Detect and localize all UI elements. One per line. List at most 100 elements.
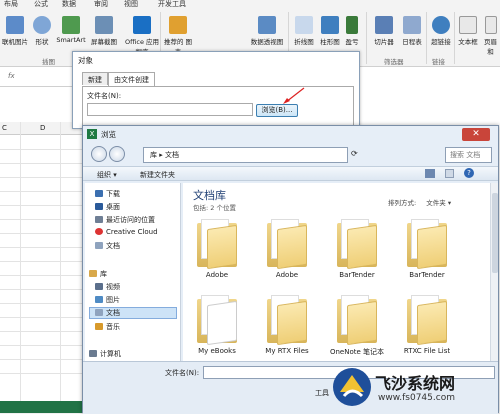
nav-item-desktop[interactable]: 桌面 [95, 202, 120, 212]
tab-formulas[interactable]: 公式 [34, 0, 48, 9]
group-label-illustrations: 插图 [42, 58, 55, 66]
tools-menu[interactable]: 工具 [315, 388, 329, 398]
breadcrumb-documents[interactable]: 文档 [165, 151, 179, 159]
office-apps-button[interactable]: Office 应用程序 [124, 16, 160, 56]
header-footer-button[interactable]: 页眉和 [481, 16, 500, 56]
header-icon [484, 16, 497, 34]
column-header-c[interactable]: C [2, 124, 7, 132]
tab-create-from-file[interactable]: 由文件创建 [108, 72, 155, 86]
folder-icon [335, 219, 379, 270]
arrange-by[interactable]: 排列方式: 文件夹 ▾ [388, 197, 451, 207]
screenshot-button[interactable]: 屏幕截图 [88, 16, 120, 46]
slicer-icon [375, 16, 393, 34]
close-button[interactable]: ✕ [462, 128, 490, 141]
folder-item[interactable]: BarTender [327, 219, 387, 279]
folder-icon [195, 295, 239, 346]
object-dialog-body: 文件名(N): [82, 86, 354, 126]
view-icon[interactable] [425, 169, 435, 178]
folder-item[interactable]: RTXC File List [397, 295, 457, 355]
nav-item-downloads[interactable]: 下载 [95, 189, 120, 199]
organize-menu[interactable]: 组织 ▾ [97, 170, 117, 180]
folder-name: Adobe [275, 271, 299, 279]
folder-name: BarTender [339, 271, 375, 279]
ribbon-separator [426, 12, 427, 64]
watermark-logo: 飞沙系统网 www.fs0745.com [331, 366, 496, 410]
column-sparkline-button[interactable]: 柱形图 [318, 16, 342, 46]
folder-item[interactable]: My eBooks [187, 295, 247, 355]
new-folder-button[interactable]: 新建文件夹 [140, 170, 175, 180]
column-header-d[interactable]: D [40, 124, 45, 132]
nav-item-documents-favorite[interactable]: 文档 [95, 241, 120, 251]
object-dialog-title: 对象 [78, 56, 93, 65]
textbox-icon [459, 16, 477, 34]
scrollbar[interactable] [490, 183, 498, 371]
formula-bar: fx [0, 67, 80, 87]
folder-item[interactable]: My RTX Files [257, 295, 317, 355]
folder-icon [265, 295, 309, 346]
tab-layout[interactable]: 布局 [4, 0, 18, 9]
folder-name: OneNote 笔记本 [329, 348, 385, 356]
grid-line [0, 261, 90, 262]
folder-name: Adobe [205, 271, 229, 279]
back-icon[interactable] [91, 146, 107, 162]
folder-item[interactable]: Adobe [257, 219, 317, 279]
folder-item[interactable]: OneNote 笔记本 [327, 295, 387, 357]
slicer-button[interactable]: 切片器 [370, 16, 398, 46]
scrollbar-thumb[interactable] [492, 193, 498, 273]
address-bar[interactable]: 库 ▸ 文档 [143, 147, 348, 163]
recommended-charts-button[interactable]: 推荐的 图表 [163, 16, 193, 56]
timeline-button[interactable]: 日程表 [399, 16, 425, 46]
nav-item-creative-cloud[interactable]: Creative Cloud [95, 228, 158, 236]
help-icon[interactable]: ? [464, 168, 474, 178]
object-dialog: 对象 新建 由文件创建 文件名(N): [72, 51, 360, 129]
nav-item-libraries[interactable]: 库 [89, 269, 107, 279]
hyperlink-icon [432, 16, 450, 34]
tab-create-new[interactable]: 新建 [82, 72, 108, 85]
nav-item-recent-places[interactable]: 最近访问的位置 [95, 215, 155, 225]
online-picture-button[interactable]: 联机图片 [0, 16, 30, 46]
nav-item-pictures[interactable]: 图片 [95, 295, 120, 305]
tab-view[interactable]: 视图 [124, 0, 138, 9]
folder-icon [405, 219, 449, 270]
preview-pane-icon[interactable] [445, 169, 454, 178]
grid-line [0, 149, 90, 150]
winloss-button[interactable]: 盈亏 [343, 16, 361, 46]
nav-item-music[interactable]: 音乐 [95, 322, 120, 332]
browse-toolbar: 组织 ▾ 新建文件夹 ? [83, 166, 498, 181]
folder-name: My eBooks [198, 347, 236, 355]
breadcrumb-libraries[interactable]: 库 [150, 151, 157, 159]
pivot-chart-button[interactable]: 数据透视图 [248, 16, 286, 46]
folder-item[interactable]: BarTender [397, 219, 457, 279]
tab-review[interactable]: 审阅 [94, 0, 108, 9]
filename-input[interactable] [87, 103, 253, 116]
folder-item[interactable]: Adobe [187, 219, 247, 279]
computer-icon [89, 350, 97, 357]
smartart-button[interactable]: SmartArt [55, 16, 87, 44]
smartart-icon [62, 16, 80, 34]
search-input[interactable]: 搜索 文档 [445, 147, 492, 163]
watermark-url: www.fs0745.com [378, 393, 455, 403]
grid-line [0, 303, 90, 304]
line-sparkline-button[interactable]: 折线图 [292, 16, 316, 46]
tab-developer[interactable]: 开发工具 [158, 0, 186, 9]
filename-label: 文件名(N): [87, 92, 122, 100]
nav-item-documents-library[interactable]: 文档 [89, 307, 177, 319]
documents-icon [95, 309, 103, 316]
folder-icon [265, 219, 309, 270]
hyperlink-button[interactable]: 超链接 [428, 16, 454, 46]
excel-icon: X [87, 129, 97, 139]
nav-item-videos[interactable]: 视频 [95, 282, 120, 292]
column-sparkline-icon [321, 16, 339, 34]
tab-data[interactable]: 数据 [62, 0, 76, 9]
grid-line [0, 359, 90, 360]
folder-icon [335, 295, 379, 346]
line-sparkline-icon [295, 16, 313, 34]
refresh-icon[interactable]: ⟳ [351, 149, 358, 158]
grid-line [0, 219, 90, 220]
documents-icon [95, 242, 103, 249]
forward-icon[interactable] [109, 146, 125, 162]
textbox-button[interactable]: 文本框 [456, 16, 480, 46]
shapes-button[interactable]: 形状 [31, 16, 53, 46]
nav-item-computer[interactable]: 计算机 [89, 349, 121, 359]
filename-label: 文件名(N): [165, 369, 200, 377]
